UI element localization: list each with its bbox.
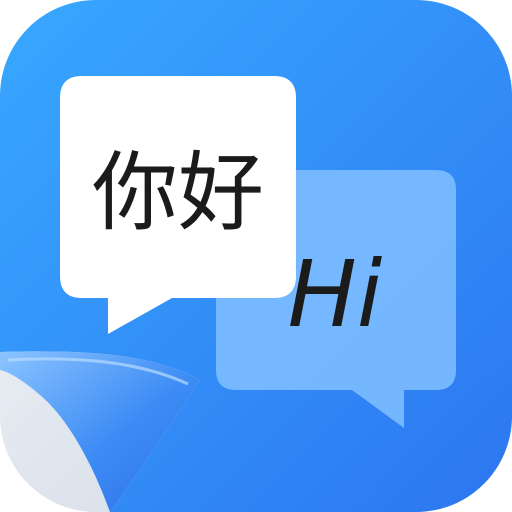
translate-app-icon[interactable]: Hi 你好 xyxy=(0,0,512,512)
target-bubble-text: Hi xyxy=(288,241,383,348)
app-icon-canvas: Hi 你好 xyxy=(0,0,512,512)
source-bubble-text: 你好 xyxy=(92,143,264,243)
source-bubble: 你好 xyxy=(60,76,296,334)
